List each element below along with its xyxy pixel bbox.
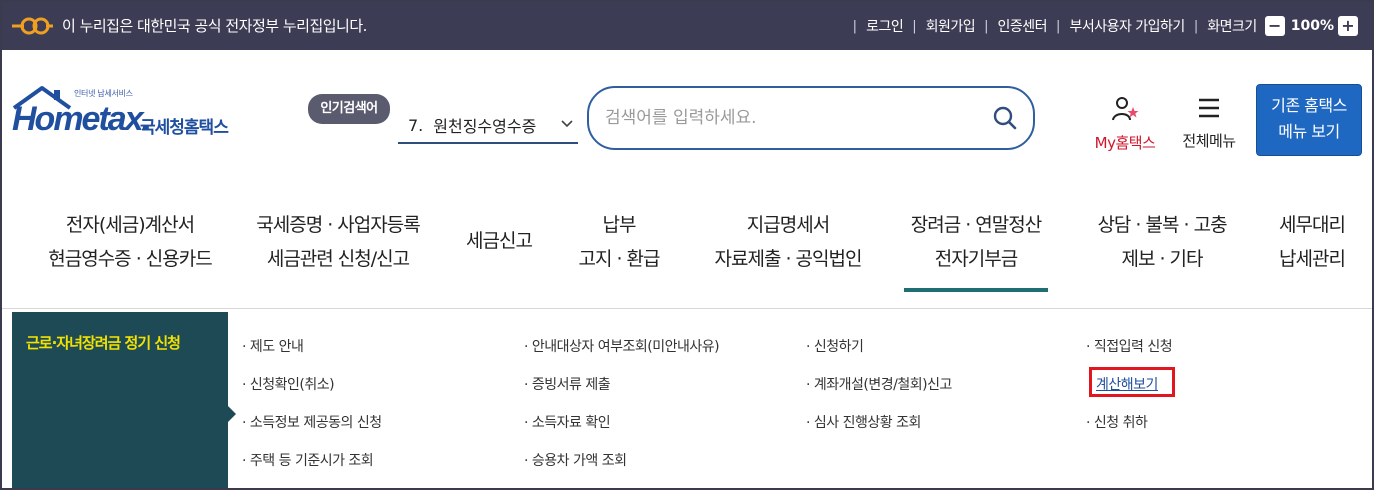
nav-line1: 국세증명 · 사업자등록 [256, 214, 420, 236]
submenu-link[interactable]: · 제도 안내 [242, 336, 304, 356]
full-menu-label: 전체메뉴 [1182, 132, 1236, 150]
zoom-level: 100% [1290, 18, 1334, 34]
submenu-link[interactable]: · 증빙서류 제출 [524, 374, 611, 394]
submenu-pointer [228, 406, 236, 422]
nav-tax-agent[interactable]: 세무대리 납세관리 [1264, 208, 1360, 276]
nav-payment[interactable]: 납부 고지 · 환급 [564, 208, 674, 276]
signup-link[interactable]: 회원가입 [926, 16, 976, 36]
submenu-link[interactable]: · 신청하기 [806, 336, 864, 356]
search-box [587, 86, 1035, 150]
nav-line2: 현금영수증 · 신용카드 [48, 248, 212, 270]
nav-incentive-yearend[interactable]: 장려금 · 연말정산 전자기부금 [888, 208, 1064, 276]
submenu-link[interactable]: · 안내대상자 여부조회(미안내사유) [524, 336, 720, 356]
nav-line2: 전자기부금 [934, 248, 1018, 270]
search-input[interactable] [605, 103, 965, 133]
submenu-link[interactable]: · 승용차 가액 조회 [524, 450, 627, 470]
chevron-down-icon [561, 120, 573, 128]
gov-banner: 이 누리집은 대한민국 공식 전자정부 누리집입니다. | 로그인 | 회원가입… [2, 2, 1372, 50]
highlight-box [1089, 367, 1175, 397]
old-hometax-menu-button[interactable]: 기존 홈택스 메뉴 보기 [1256, 84, 1362, 156]
submenu-category: 근로·자녀장려금 정기 신청 [12, 312, 228, 488]
submenu-title: 근로·자녀장려금 정기 신청 [26, 334, 181, 352]
gov-notice: 이 누리집은 대한민국 공식 전자정부 누리집입니다. [62, 17, 367, 35]
submenu-link[interactable]: · 직접입력 신청 [1086, 336, 1173, 356]
nav-line2: 납세관리 [1279, 248, 1346, 270]
nav-tax-certificate[interactable]: 국세증명 · 사업자등록 세금관련 신청/신고 [238, 208, 438, 276]
link-separator: | [852, 18, 858, 34]
nav-line1: 세금신고 [466, 230, 533, 252]
popular-keyword: 원천징수영수증 [433, 117, 537, 136]
gov-emblem-icon [12, 17, 53, 35]
cert-center-link[interactable]: 인증센터 [998, 16, 1048, 36]
nav-line1: 납부 [602, 214, 637, 236]
nav-consultation[interactable]: 상담 · 불복 · 고충 제보 · 기타 [1082, 208, 1242, 276]
logo-tagline: 인터넷 납세서비스 [74, 89, 133, 98]
zoom-in-button[interactable]: + [1338, 16, 1358, 36]
my-hometax-label: My홈택스 [1094, 134, 1156, 152]
nav-line2: 제보 · 기타 [1121, 248, 1203, 270]
nav-line1: 전자(세금)계산서 [65, 214, 195, 236]
submenu-link[interactable]: · 신청확인(취소) [242, 374, 335, 394]
old-menu-line1: 기존 홈택스 [1271, 96, 1347, 115]
my-hometax-button[interactable]: My홈택스 [1088, 94, 1162, 153]
nav-divider [2, 308, 1372, 309]
zoom-out-button[interactable]: − [1264, 16, 1285, 36]
nav-tax-filing[interactable]: 세금신고 [454, 224, 544, 258]
hometax-logo[interactable]: 인터넷 납세서비스 Hometax. 국세청홈택스 [12, 84, 252, 164]
popular-rank: 7. [408, 115, 424, 135]
top-links: | 로그인 | 회원가입 | 인증센터 | 부서사용자 가입하기 | 화면크기 … [844, 12, 1358, 40]
popular-search-badge: 인기검색어 [308, 94, 390, 124]
nav-payment-statement[interactable]: 지급명세서 자료제출 · 공익법인 [698, 208, 878, 276]
main-nav: 전자(세금)계산서 현금영수증 · 신용카드 국세증명 · 사업자등록 세금관련… [2, 202, 1372, 298]
nav-line2: 세금관련 신청/신고 [266, 248, 410, 270]
logo-korean-name: 국세청홈택스 [140, 118, 229, 138]
link-separator: | [1056, 18, 1061, 34]
nav-line2: 고지 · 환급 [578, 248, 660, 270]
submenu-link[interactable]: · 계좌개설(변경/철회)신고 [806, 374, 952, 394]
nav-line2: 자료제출 · 공익법인 [714, 248, 863, 270]
nav-line1: 세무대리 [1279, 214, 1346, 236]
screen-size-label: 화면크기 [1207, 19, 1257, 35]
full-menu-button[interactable]: 전체메뉴 [1174, 94, 1244, 151]
nav-line1: 지급명세서 [746, 214, 830, 236]
nav-line1: 장려금 · 연말정산 [910, 214, 1042, 236]
nav-line1: 상담 · 불복 · 고충 [1097, 214, 1227, 236]
popular-search-dropdown[interactable]: 7. 원천징수영수증 [398, 108, 578, 144]
submenu-link[interactable]: · 주택 등 기준시가 조회 [242, 450, 374, 470]
old-menu-line2: 메뉴 보기 [1278, 122, 1340, 141]
search-icon[interactable] [991, 104, 1019, 132]
nav-e-invoice[interactable]: 전자(세금)계산서 현금영수증 · 신용카드 [30, 208, 230, 276]
submenu-link[interactable]: · 심사 진행상황 조회 [806, 412, 921, 432]
link-separator: | [984, 18, 989, 34]
submenu-link[interactable]: · 소득자료 확인 [524, 412, 611, 432]
link-separator: | [1193, 18, 1199, 34]
login-link[interactable]: 로그인 [866, 16, 904, 36]
dept-user-signup-link[interactable]: 부서사용자 가입하기 [1069, 16, 1185, 36]
hamburger-icon [1199, 98, 1219, 118]
user-star-icon [1112, 97, 1139, 121]
submenu-link[interactable]: · 소득정보 제공동의 신청 [242, 412, 382, 432]
site-header: 인터넷 납세서비스 Hometax. 국세청홈택스 인기검색어 7. 원천징수영… [2, 50, 1372, 180]
page-frame: 이 누리집은 대한민국 공식 전자정부 누리집입니다. | 로그인 | 회원가입… [0, 0, 1374, 490]
logo-wordmark: Hometax. [12, 100, 151, 138]
link-separator: | [912, 18, 917, 34]
submenu-link[interactable]: · 신청 취하 [1086, 412, 1148, 432]
